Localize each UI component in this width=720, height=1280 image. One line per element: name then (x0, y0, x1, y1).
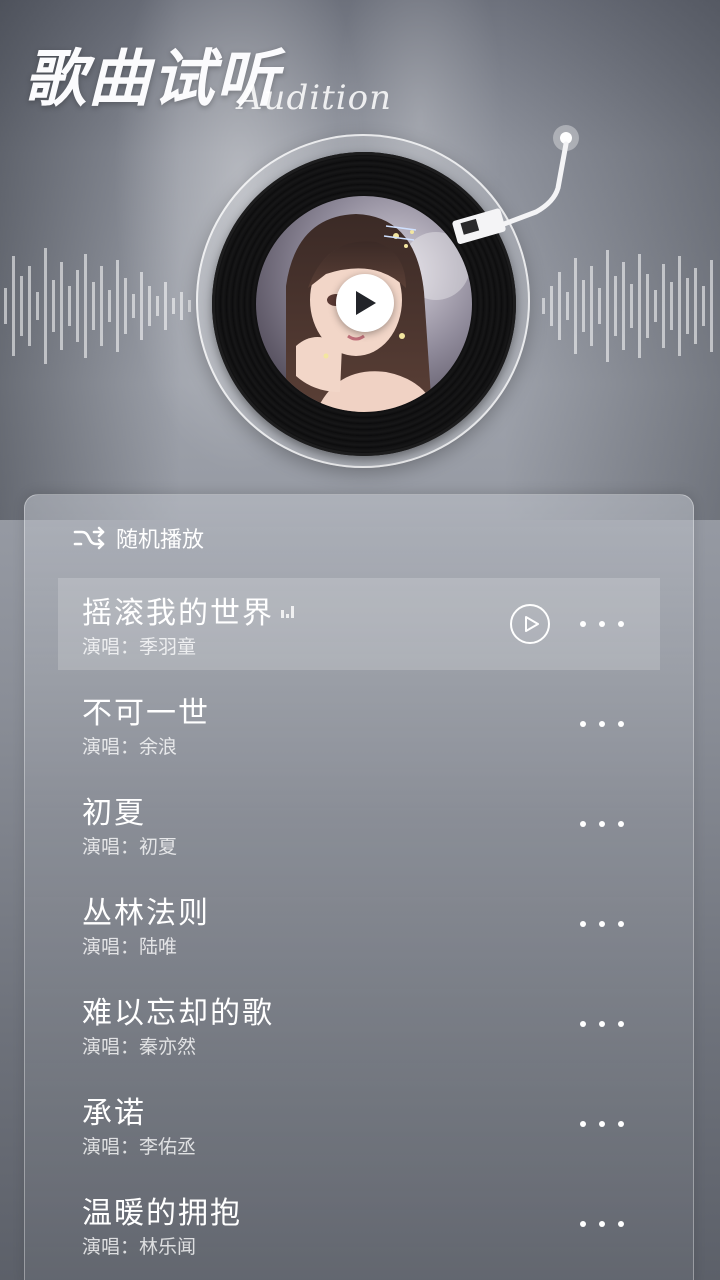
play-button[interactable] (336, 274, 394, 332)
equalizer-icon (281, 606, 294, 618)
song-row[interactable]: 温暖的拥抱 演唱：林乐闻 (58, 1178, 660, 1270)
song-title: 不可一世 (82, 696, 210, 731)
play-icon (524, 616, 539, 632)
more-button[interactable] (580, 1214, 624, 1234)
song-title: 承诺 (82, 1096, 146, 1131)
song-row[interactable]: 摇滚我的世界 演唱：季羽童 (58, 578, 660, 670)
song-artist: 演唱：李佑丞 (82, 1136, 197, 1158)
song-artist: 演唱：季羽童 (82, 636, 197, 658)
song-artist: 演唱：林乐闻 (82, 1236, 197, 1258)
song-artist: 演唱：秦亦然 (82, 1036, 197, 1058)
waveform-left-icon (4, 248, 191, 364)
song-title: 难以忘却的歌 (82, 996, 274, 1031)
song-artist: 演唱：余浪 (82, 736, 178, 758)
more-button[interactable] (580, 814, 624, 834)
more-button[interactable] (580, 1114, 624, 1134)
tonearm-icon (452, 125, 579, 244)
song-title: 丛林法则 (82, 896, 210, 931)
song-row[interactable]: 不可一世 演唱：余浪 (58, 678, 660, 770)
shuffle-button[interactable]: 随机播放 (72, 522, 204, 554)
page-subtitle: Audition (238, 78, 392, 118)
more-button[interactable] (580, 614, 624, 634)
song-row[interactable]: 承诺 演唱：李佑丞 (58, 1078, 660, 1170)
song-artist: 演唱：初夏 (82, 836, 178, 858)
more-button[interactable] (580, 1014, 624, 1034)
song-title: 初夏 (82, 796, 146, 831)
shuffle-icon (73, 526, 105, 550)
play-icon (356, 291, 376, 315)
song-row[interactable]: 丛林法则 演唱：陆唯 (58, 878, 660, 970)
song-row[interactable]: 初夏 演唱：初夏 (58, 778, 660, 870)
song-title: 温暖的拥抱 (82, 1196, 242, 1231)
more-button[interactable] (580, 914, 624, 934)
more-button[interactable] (580, 714, 624, 734)
song-row[interactable]: 难以忘却的歌 演唱：秦亦然 (58, 978, 660, 1070)
song-artist: 演唱：陆唯 (82, 936, 178, 958)
song-play-button[interactable] (510, 604, 550, 644)
song-title: 摇滚我的世界 (82, 596, 274, 631)
shuffle-label: 随机播放 (116, 528, 205, 553)
